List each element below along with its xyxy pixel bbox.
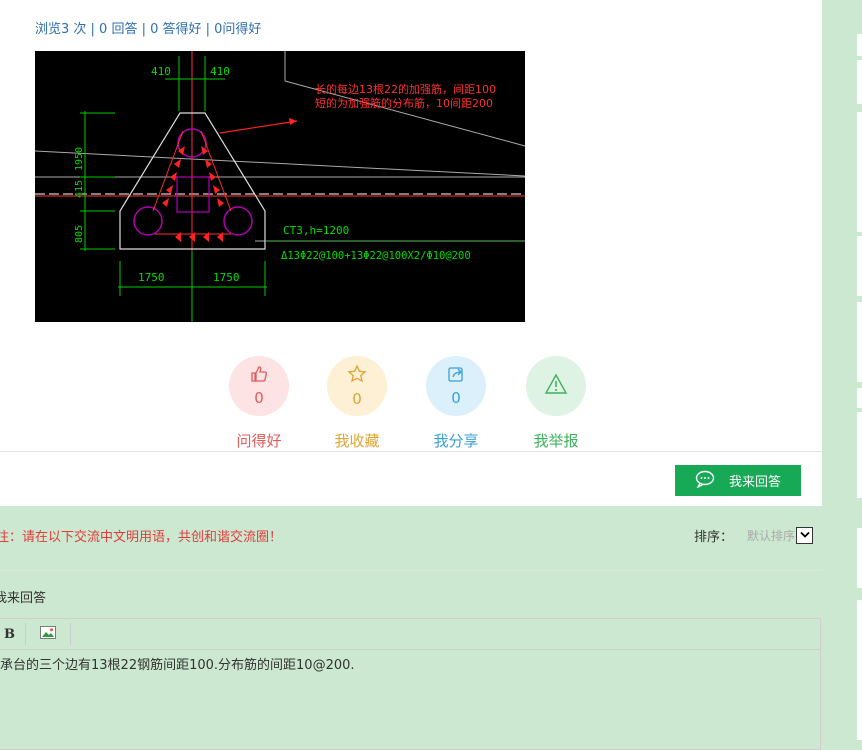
share-label[interactable]: 我分享 [406,430,506,451]
favorite-circle[interactable]: 0 [327,356,387,416]
sort-select-value[interactable]: 默认排序 [747,527,795,544]
chevron-down-icon [799,528,810,543]
sidebar-block [857,60,862,104]
answer-editor[interactable]: B 承台的三个边有13根22钢筋间距100.分布筋的间距10@200. [0,618,821,750]
report-label[interactable]: 我举报 [506,430,606,451]
thumbs-up-icon [250,365,268,387]
insert-image-button[interactable] [26,623,71,645]
my-answer-label: 我来回答 [0,591,47,606]
sidebar-block [857,302,862,382]
dim-left-2: 415 [74,180,85,198]
question-stats: 浏览3 次 | 0 回答 | 0 答得好 | 0问得好 [35,22,262,37]
editor-content[interactable]: 承台的三个边有13根22钢筋间距100.分布筋的间距10@200. [0,650,820,673]
favorite-action[interactable]: 0 我收藏 [327,356,387,450]
notice-text: 注：请在以下交流中文明用语，共创和谐交流圈！ [0,530,283,545]
sidebar-block [857,236,862,296]
divider [0,451,822,452]
favorite-label[interactable]: 我收藏 [307,430,407,451]
section-divider [0,570,822,571]
bold-button[interactable]: B [0,623,26,645]
cad-drawing-image[interactable]: 410 410 长的每边13根22的加强筋，间距100 短的为加强筋的分布筋，1… [34,51,526,322]
label-ct3: CT3,h=1200 [283,224,349,237]
sidebar-block [857,388,862,408]
answer-button-label: 我来回答 [728,475,781,490]
right-sidebar [822,0,862,741]
star-icon [347,364,367,388]
share-icon [447,365,465,387]
answer-button[interactable]: 我来回答 [675,465,801,496]
like-label[interactable]: 问得好 [209,430,309,451]
dim-bottom-right: 1750 [213,271,240,284]
cad-drawing: 410 410 长的每边13根22的加强筋，间距100 短的为加强筋的分布筋，1… [34,51,526,322]
like-action[interactable]: 0 问得好 [229,356,289,450]
dim-top-left: 410 [151,65,171,78]
dim-left-1: 1950 [74,147,85,171]
sort-control: 排序： 默认排序 [694,526,814,545]
image-icon [40,625,56,643]
dim-bottom-left: 1750 [138,271,165,284]
report-circle[interactable] [526,356,586,416]
drawing-note-line1: 长的每边13根22的加强筋，间距100 [315,82,496,96]
dim-left-3: 805 [74,225,85,243]
report-action[interactable]: 我举报 [526,356,586,450]
bold-label: B [4,626,15,642]
sort-label: 排序： [694,530,734,545]
question-card: 浏览3 次 | 0 回答 | 0 答得好 | 0问得好 410 410 长的每边… [0,0,822,506]
share-count: 0 [451,389,461,407]
label-rebar: Δ13Φ22@100+13Φ22@100X2/Φ10@200 [281,250,471,262]
favorite-count: 0 [352,390,362,408]
sidebar-block [857,600,862,740]
sidebar-block [857,34,862,56]
share-action[interactable]: 0 我分享 [426,356,486,450]
sidebar-block [857,528,862,588]
like-count: 0 [254,389,264,407]
chat-bubble-icon [695,470,715,492]
action-bar: 0 问得好 0 我收藏 0 我分享 我举报 [0,356,822,456]
editor-toolbar: B [0,619,820,650]
drawing-note-line2: 短的为加强筋的分布筋，10间距200 [315,96,493,110]
sort-dropdown[interactable] [796,527,814,544]
like-circle[interactable]: 0 [229,356,289,416]
warning-icon [544,373,568,399]
sidebar-block [857,412,862,498]
sidebar-block [857,112,862,232]
dim-top-right: 410 [210,65,230,78]
share-circle[interactable]: 0 [426,356,486,416]
